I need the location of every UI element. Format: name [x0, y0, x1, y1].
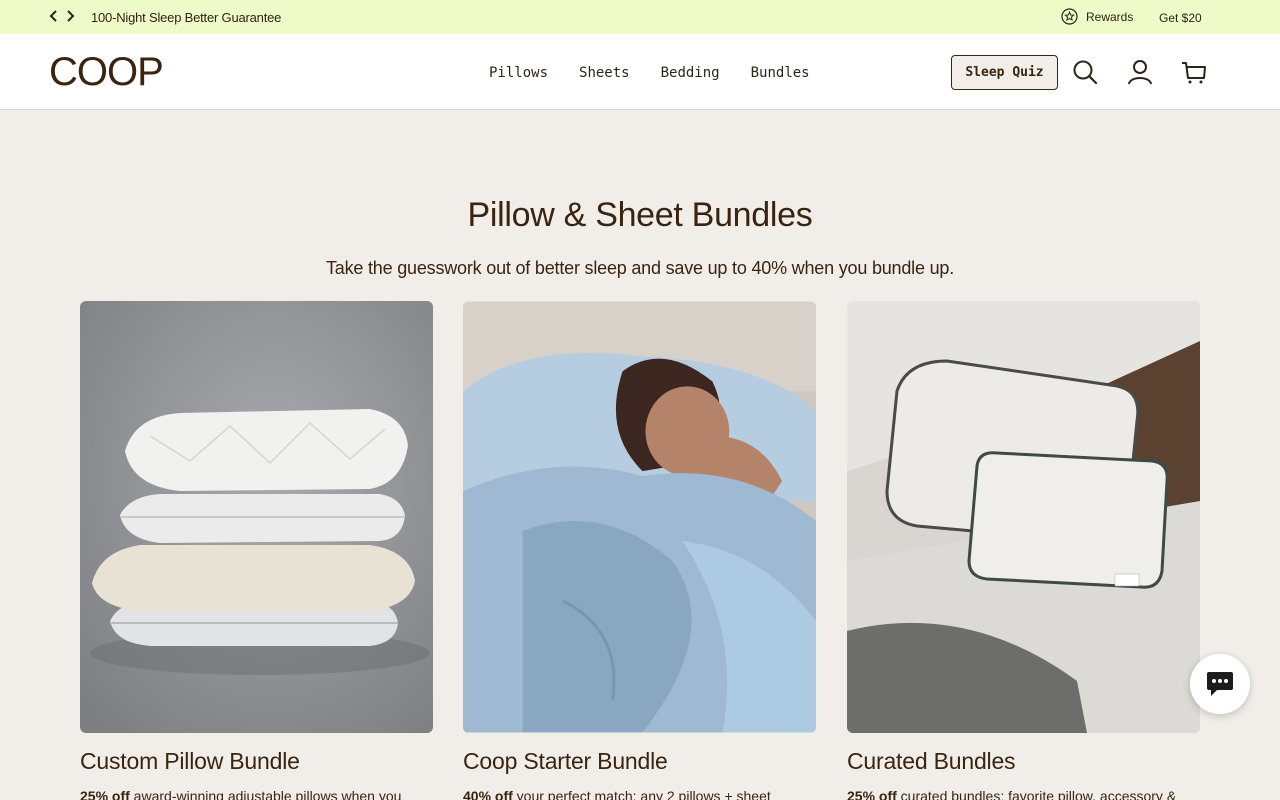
coop-logo[interactable]: COOP — [49, 52, 164, 92]
page-title: Pillow & Sheet Bundles — [467, 196, 813, 234]
bundle-card-custom-pillow[interactable]: Custom Pillow Bundle 25% off award-winni… — [80, 301, 433, 800]
card-discount: 40% off — [463, 788, 513, 800]
page-subtitle: Take the guesswork out of better sleep a… — [325, 258, 955, 278]
stacked-pillows-image[interactable] — [80, 301, 433, 733]
announcement-bar: 100-Night Sleep Better Guarantee Rewards… — [0, 0, 1280, 34]
card-title[interactable]: Curated Bundles — [847, 748, 1016, 775]
sleeping-person-image[interactable] — [463, 301, 816, 733]
card-description-text: your perfect match: any 2 pillows + shee… — [512, 788, 771, 800]
announcement-message[interactable]: 100-Night Sleep Better Guarantee — [91, 10, 281, 25]
bundle-card-coop-starter[interactable]: Coop Starter Bundle 40% off your perfect… — [463, 301, 816, 800]
nav-bedding[interactable]: Bedding — [661, 65, 720, 81]
nav-pillows[interactable]: Pillows — [489, 65, 548, 81]
card-description: 40% off your perfect match: any 2 pillow… — [463, 788, 816, 800]
star-badge-icon — [1061, 8, 1078, 25]
card-title[interactable]: Coop Starter Bundle — [463, 748, 668, 775]
cart-icon[interactable] — [1180, 58, 1208, 86]
announcement-arrows — [49, 9, 75, 23]
rewards-link[interactable]: Rewards — [1061, 8, 1133, 25]
chat-bubble-icon — [1207, 672, 1233, 696]
chat-button[interactable] — [1190, 654, 1250, 714]
chevron-left-icon[interactable] — [49, 9, 58, 23]
card-discount: 25% off — [80, 788, 130, 800]
bundle-card-curated[interactable]: Curated Bundles 25% off curated bundles:… — [847, 301, 1200, 800]
card-title[interactable]: Custom Pillow Bundle — [80, 748, 300, 775]
card-description-text: curated bundles: favorite pillow, access… — [896, 788, 1177, 800]
search-icon[interactable] — [1071, 58, 1099, 86]
account-icon[interactable] — [1126, 58, 1154, 86]
card-description: 25% off award-winning adjustable pillows… — [80, 788, 433, 800]
card-description-text: award-winning adjustable pillows when yo… — [129, 788, 402, 800]
curated-bed-image[interactable] — [847, 301, 1200, 733]
sleep-quiz-button[interactable]: Sleep Quiz — [951, 55, 1058, 90]
nav-sheets[interactable]: Sheets — [579, 65, 630, 81]
chevron-right-icon[interactable] — [66, 9, 75, 23]
get-20-link[interactable]: Get $20 — [1159, 11, 1202, 25]
card-discount: 25% off — [847, 788, 897, 800]
card-description: 25% off curated bundles: favorite pillow… — [847, 788, 1200, 800]
site-header: COOP Pillows Sheets Bedding Bundles Slee… — [0, 34, 1280, 110]
rewards-label: Rewards — [1086, 9, 1134, 24]
nav-bundles[interactable]: Bundles — [751, 65, 810, 81]
main-nav: Pillows Sheets Bedding Bundles — [489, 65, 810, 81]
